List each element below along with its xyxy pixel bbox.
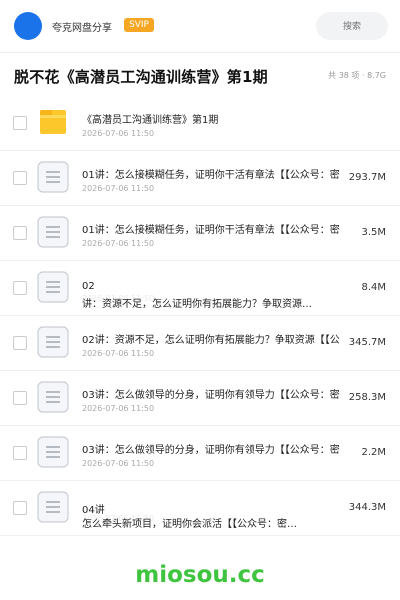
- file-list: 《高潜员工沟通训练营》第1期 2026-07-06 11:50 01讲：怎么接模糊任…: [0, 96, 400, 536]
- file-row[interactable]: 01讲：怎么接模糊任务，证明你干活有章法【【公众号：密 2026-07-06 11…: [0, 151, 400, 206]
- document-icon: [37, 326, 69, 358]
- file-size: 3.5M: [361, 227, 386, 238]
- file-row[interactable]: 03讲：怎么做领导的分身，证明你有领导力【【公众号：密 2026-07-06 11…: [0, 426, 400, 481]
- file-name[interactable]: 02: [82, 281, 95, 292]
- select-checkbox[interactable]: [13, 391, 27, 405]
- page-title: 脱不花《高潜员工沟通训练营》第1期: [14, 68, 268, 86]
- file-name-continued[interactable]: 怎么牵头新项目，证明你会派活【【公众号：密…: [82, 515, 342, 530]
- select-checkbox[interactable]: [13, 336, 27, 350]
- document-icon: [37, 161, 69, 193]
- app-name: 夸克网盘分享: [52, 23, 112, 34]
- file-name[interactable]: 03讲：怎么做领导的分身，证明你有领导力【【公众号：密: [82, 441, 352, 456]
- file-date: 2026-07-06 11:50: [82, 459, 155, 468]
- search-input[interactable]: [316, 12, 388, 40]
- file-date: 2026-07-06 11:50: [82, 239, 155, 248]
- file-name-continued[interactable]: 讲：资源不足，怎么证明你有拓展能力？争取资源…: [82, 295, 342, 310]
- divider: [0, 52, 400, 53]
- file-size: 344.3M: [348, 502, 386, 513]
- file-size: 2.2M: [361, 447, 386, 458]
- file-date: 2026-07-06 11:50: [82, 184, 155, 193]
- folder-icon: [37, 106, 69, 138]
- svip-badge: SVIP: [124, 18, 154, 32]
- file-date: 2026-07-06 11:50: [82, 404, 155, 413]
- select-checkbox[interactable]: [13, 501, 27, 515]
- document-icon: [37, 491, 69, 523]
- file-date: 2026-07-06 11:50: [82, 349, 155, 358]
- file-name[interactable]: 03讲：怎么做领导的分身，证明你有领导力【【公众号：密: [82, 386, 352, 401]
- watermark-brand: miosou.cc: [135, 562, 265, 588]
- file-name[interactable]: 02讲：资源不足，怎么证明你有拓展能力？争取资源【【公: [82, 331, 352, 346]
- file-size: 293.7M: [348, 172, 386, 183]
- top-bar: 夸克网盘分享 SVIP: [0, 0, 400, 52]
- select-checkbox[interactable]: [13, 226, 27, 240]
- document-icon: [37, 216, 69, 248]
- select-checkbox[interactable]: [13, 446, 27, 460]
- select-checkbox[interactable]: [13, 281, 27, 295]
- document-icon: [37, 381, 69, 413]
- item-summary: 共 38 项 · 8.7G: [328, 71, 386, 80]
- file-name[interactable]: 04讲: [82, 501, 105, 516]
- file-size: 258.3M: [348, 392, 386, 403]
- file-row[interactable]: 《高潜员工沟通训练营》第1期 2026-07-06 11:50: [0, 96, 400, 151]
- file-row[interactable]: 03讲：怎么做领导的分身，证明你有领导力【【公众号：密 2026-07-06 11…: [0, 371, 400, 426]
- document-icon: [37, 436, 69, 468]
- file-size: 8.4M: [361, 282, 386, 293]
- file-date: 2026-07-06 11:50: [82, 129, 155, 138]
- file-row[interactable]: 02讲：资源不足，怎么证明你有拓展能力？争取资源【【公 2026-07-06 11…: [0, 316, 400, 371]
- file-size: 345.7M: [348, 337, 386, 348]
- file-name[interactable]: 《高潜员工沟通训练营》第1期: [82, 111, 352, 126]
- file-row[interactable]: 2026-07-06 11:5004讲怎么牵头新项目，证明你会派活【【公众号：密…: [0, 481, 400, 536]
- file-row[interactable]: 01讲：怎么接模糊任务，证明你干活有章法【【公众号：密 2026-07-06 11…: [0, 206, 400, 261]
- avatar[interactable]: [14, 12, 42, 40]
- file-name[interactable]: 01讲：怎么接模糊任务，证明你干活有章法【【公众号：密: [82, 166, 352, 181]
- file-name[interactable]: 01讲：怎么接模糊任务，证明你干活有章法【【公众号：密: [82, 221, 352, 236]
- document-icon: [37, 271, 69, 303]
- select-checkbox[interactable]: [13, 116, 27, 130]
- select-checkbox[interactable]: [13, 171, 27, 185]
- file-row[interactable]: 2026-07-06 11:5002讲：资源不足，怎么证明你有拓展能力？争取资源…: [0, 261, 400, 316]
